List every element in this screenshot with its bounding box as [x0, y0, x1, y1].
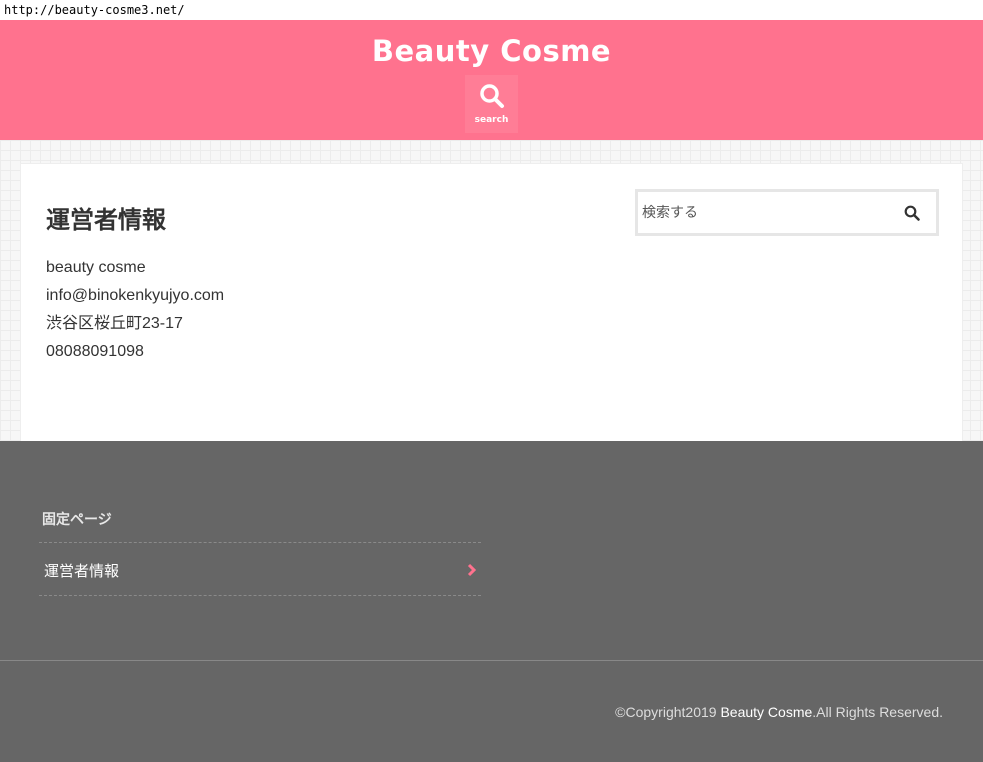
operator-phone: 08088091098	[46, 343, 144, 360]
main-content-card: 運営者情報 beauty cosme info@binokenkyujyo.co…	[20, 163, 963, 443]
fixed-pages-list: 運営者情報	[39, 542, 481, 596]
copyright-prefix: ©Copyright2019	[615, 704, 721, 720]
search-input[interactable]	[638, 192, 888, 233]
copyright-suffix: .All Rights Reserved.	[812, 704, 943, 720]
url-bar: http://beauty-cosme3.net/	[0, 0, 983, 20]
search-toggle-button[interactable]: search	[465, 75, 518, 133]
operator-info: beauty cosme info@binokenkyujyo.com 渋谷区桜…	[46, 258, 224, 370]
list-item[interactable]: 運営者情報	[39, 543, 481, 596]
search-toggle-label: search	[474, 115, 509, 125]
operator-address: 渋谷区桜丘町23-17	[46, 315, 183, 332]
copyright-brand-link[interactable]: Beauty Cosme	[720, 704, 812, 720]
site-footer: 固定ページ 運営者情報 ©Copyright2019 Beauty Cosme.…	[0, 441, 983, 762]
copyright: ©Copyright2019 Beauty Cosme.All Rights R…	[615, 704, 943, 720]
sidebar-search-form	[635, 189, 939, 236]
widget-title: 固定ページ	[42, 512, 112, 528]
search-icon	[480, 84, 504, 108]
search-submit-button[interactable]	[892, 192, 936, 233]
search-icon	[904, 205, 920, 221]
chevron-right-icon	[467, 563, 477, 577]
site-title[interactable]: Beauty Cosme	[0, 34, 983, 68]
page-title: 運営者情報	[46, 206, 166, 234]
site-header: Beauty Cosme search	[0, 20, 983, 140]
list-item-label: 運営者情報	[44, 562, 120, 580]
operator-email: info@binokenkyujyo.com	[46, 287, 225, 304]
footer-divider	[0, 660, 983, 661]
operator-name: beauty cosme	[46, 259, 146, 276]
